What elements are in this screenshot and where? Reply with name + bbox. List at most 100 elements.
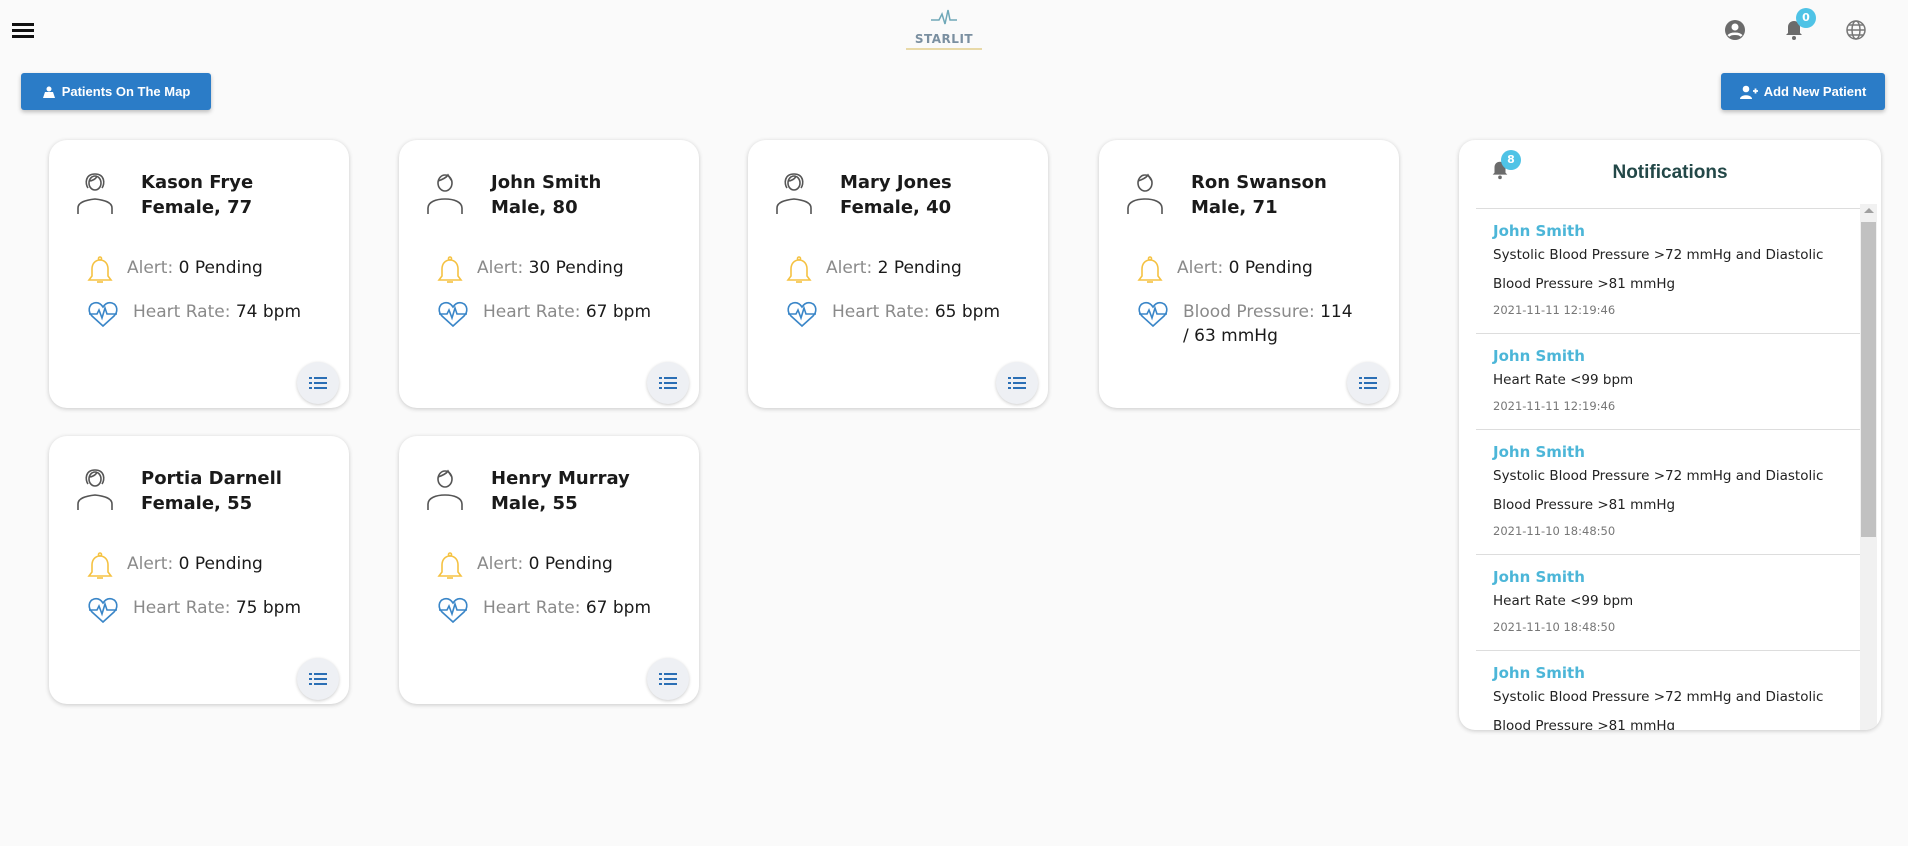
alert-value: 30 Pending: [528, 258, 624, 278]
add-new-patient-button[interactable]: Add New Patient: [1721, 73, 1885, 110]
vital-value: 67 bpm: [585, 302, 652, 322]
notification-patient-name[interactable]: John Smith: [1493, 221, 1861, 241]
notification-patient-name[interactable]: John Smith: [1493, 663, 1861, 683]
patient-details-button[interactable]: [297, 658, 339, 700]
vital-value: 75 bpm: [235, 598, 302, 618]
alert-label: Alert:: [477, 258, 524, 278]
patient-card[interactable]: Kason Frye Female, 77 Alert: 0 Pending He…: [49, 140, 349, 408]
notification-badge: 0: [1796, 8, 1816, 28]
vital-value: 65 bpm: [934, 302, 1001, 322]
bell-outline-icon: [1137, 256, 1163, 283]
patient-details-button[interactable]: [1347, 362, 1389, 404]
patient-gender-age: Female, 55: [141, 493, 253, 514]
alert-row: Alert: 0 Pending: [87, 256, 307, 286]
alert-label: Alert:: [477, 554, 524, 574]
male-avatar-icon: [1127, 173, 1163, 214]
heart-pulse-icon: [1138, 301, 1168, 328]
vital-label: Heart Rate:: [832, 302, 930, 322]
alert-row: Alert: 0 Pending: [1137, 256, 1357, 286]
vital-row: Heart Rate: 67 bpm: [437, 300, 663, 328]
patient-name: Henry Murray: [491, 468, 630, 489]
vital-row: Heart Rate: 75 bpm: [87, 596, 313, 624]
notification-item[interactable]: John Smith Heart Rate <99 bpm 2021-11-10 1…: [1476, 554, 1861, 650]
patient-gender-age: Female, 40: [840, 197, 952, 218]
notification-item[interactable]: John Smith Systolic Blood Pressure >72 mm…: [1476, 650, 1861, 730]
patient-details-button[interactable]: [647, 362, 689, 404]
heart-pulse-icon: [787, 301, 817, 328]
notifications-title: Notifications: [1612, 162, 1728, 183]
list-icon: [659, 673, 677, 685]
scrollbar-thumb[interactable]: [1861, 222, 1876, 537]
patients-on-map-button[interactable]: Patients On The Map: [21, 73, 211, 110]
male-avatar-icon: [427, 173, 463, 214]
notification-message: Heart Rate <99 bpm: [1493, 593, 1634, 609]
notification-message: Heart Rate <99 bpm: [1493, 372, 1634, 388]
patient-card[interactable]: John Smith Male, 80 Alert: 30 Pending Hea…: [399, 140, 699, 408]
notification-time: 2021-11-11 12:19:46: [1493, 303, 1616, 317]
notification-message: Systolic Blood Pressure >72 mmHg and Dia…: [1493, 689, 1824, 730]
notification-item[interactable]: John Smith Systolic Blood Pressure >72 mm…: [1476, 429, 1861, 554]
alert-value: 0 Pending: [178, 554, 263, 574]
notifications-panel: 8 Notifications John Smith Systolic Blood…: [1459, 140, 1881, 730]
vital-label: Heart Rate:: [133, 302, 231, 322]
notification-patient-name[interactable]: John Smith: [1493, 442, 1861, 462]
patient-details-button[interactable]: [996, 362, 1038, 404]
heart-pulse-icon: [438, 301, 468, 328]
patient-card[interactable]: Portia Darnell Female, 55 Alert: 0 Pendin…: [49, 436, 349, 704]
notification-time: 2021-11-10 18:48:50: [1493, 524, 1616, 538]
notification-item[interactable]: John Smith Heart Rate <99 bpm 2021-11-11 1…: [1476, 333, 1861, 429]
female-avatar-icon: [77, 173, 113, 214]
notification-message: Systolic Blood Pressure >72 mmHg and Dia…: [1493, 247, 1824, 292]
list-icon: [1008, 377, 1026, 389]
vital-value: 74 bpm: [235, 302, 302, 322]
patient-name: Mary Jones: [840, 172, 952, 193]
vital-row: Heart Rate: 67 bpm: [437, 596, 663, 624]
notification-item[interactable]: John Smith Systolic Blood Pressure >72 mm…: [1476, 208, 1861, 333]
scroll-up-arrow-icon[interactable]: [1864, 208, 1874, 213]
list-icon: [1359, 377, 1377, 389]
alert-row: Alert: 2 Pending: [786, 256, 1006, 286]
patient-gender-age: Female, 77: [141, 197, 253, 218]
language-button[interactable]: [1844, 18, 1868, 42]
alert-value: 0 Pending: [528, 554, 613, 574]
patient-gender-age: Male, 71: [1191, 197, 1278, 218]
account-circle-icon: [1725, 20, 1745, 40]
male-avatar-icon: [427, 469, 463, 510]
heart-pulse-icon: [438, 597, 468, 624]
notification-time: 2021-11-10 18:48:50: [1493, 620, 1616, 634]
alert-label: Alert:: [826, 258, 873, 278]
map-users-icon: [42, 86, 55, 98]
account-button[interactable]: [1723, 18, 1747, 42]
patient-name: Kason Frye: [141, 172, 254, 193]
notifications-button[interactable]: 0: [1782, 8, 1816, 42]
vital-row: Heart Rate: 65 bpm: [786, 300, 1012, 328]
alert-label: Alert:: [1177, 258, 1224, 278]
patient-details-button[interactable]: [647, 658, 689, 700]
bell-outline-icon: [437, 256, 463, 283]
notification-message: Systolic Blood Pressure >72 mmHg and Dia…: [1493, 468, 1824, 513]
alert-label: Alert:: [127, 554, 174, 574]
notification-time: 2021-11-11 12:19:46: [1493, 399, 1616, 413]
female-avatar-icon: [776, 173, 812, 214]
patient-card[interactable]: Mary Jones Female, 40 Alert: 2 Pending He…: [748, 140, 1048, 408]
patient-gender-age: Male, 55: [491, 493, 578, 514]
bell-outline-icon: [437, 552, 463, 579]
female-avatar-icon: [77, 469, 113, 510]
patient-details-button[interactable]: [297, 362, 339, 404]
notification-patient-name[interactable]: John Smith: [1493, 346, 1861, 366]
alert-label: Alert:: [127, 258, 174, 278]
notification-patient-name[interactable]: John Smith: [1493, 567, 1861, 587]
menu-button[interactable]: [12, 20, 34, 40]
user-plus-icon: [1739, 85, 1758, 99]
bell-outline-icon: [87, 256, 113, 283]
alert-row: Alert: 30 Pending: [437, 256, 657, 286]
vital-label: Heart Rate:: [483, 302, 581, 322]
pulse-logo-icon: [931, 9, 957, 25]
list-icon: [659, 377, 677, 389]
scrollbar[interactable]: [1860, 204, 1877, 730]
patient-card[interactable]: Ron Swanson Male, 71 Alert: 0 Pending Blo…: [1099, 140, 1399, 408]
alert-row: Alert: 0 Pending: [87, 552, 307, 582]
patient-card[interactable]: Henry Murray Male, 55 Alert: 0 Pending He…: [399, 436, 699, 704]
vital-row: Blood Pressure: 114 / 63 mmHg: [1137, 300, 1363, 348]
alert-value: 0 Pending: [1228, 258, 1313, 278]
